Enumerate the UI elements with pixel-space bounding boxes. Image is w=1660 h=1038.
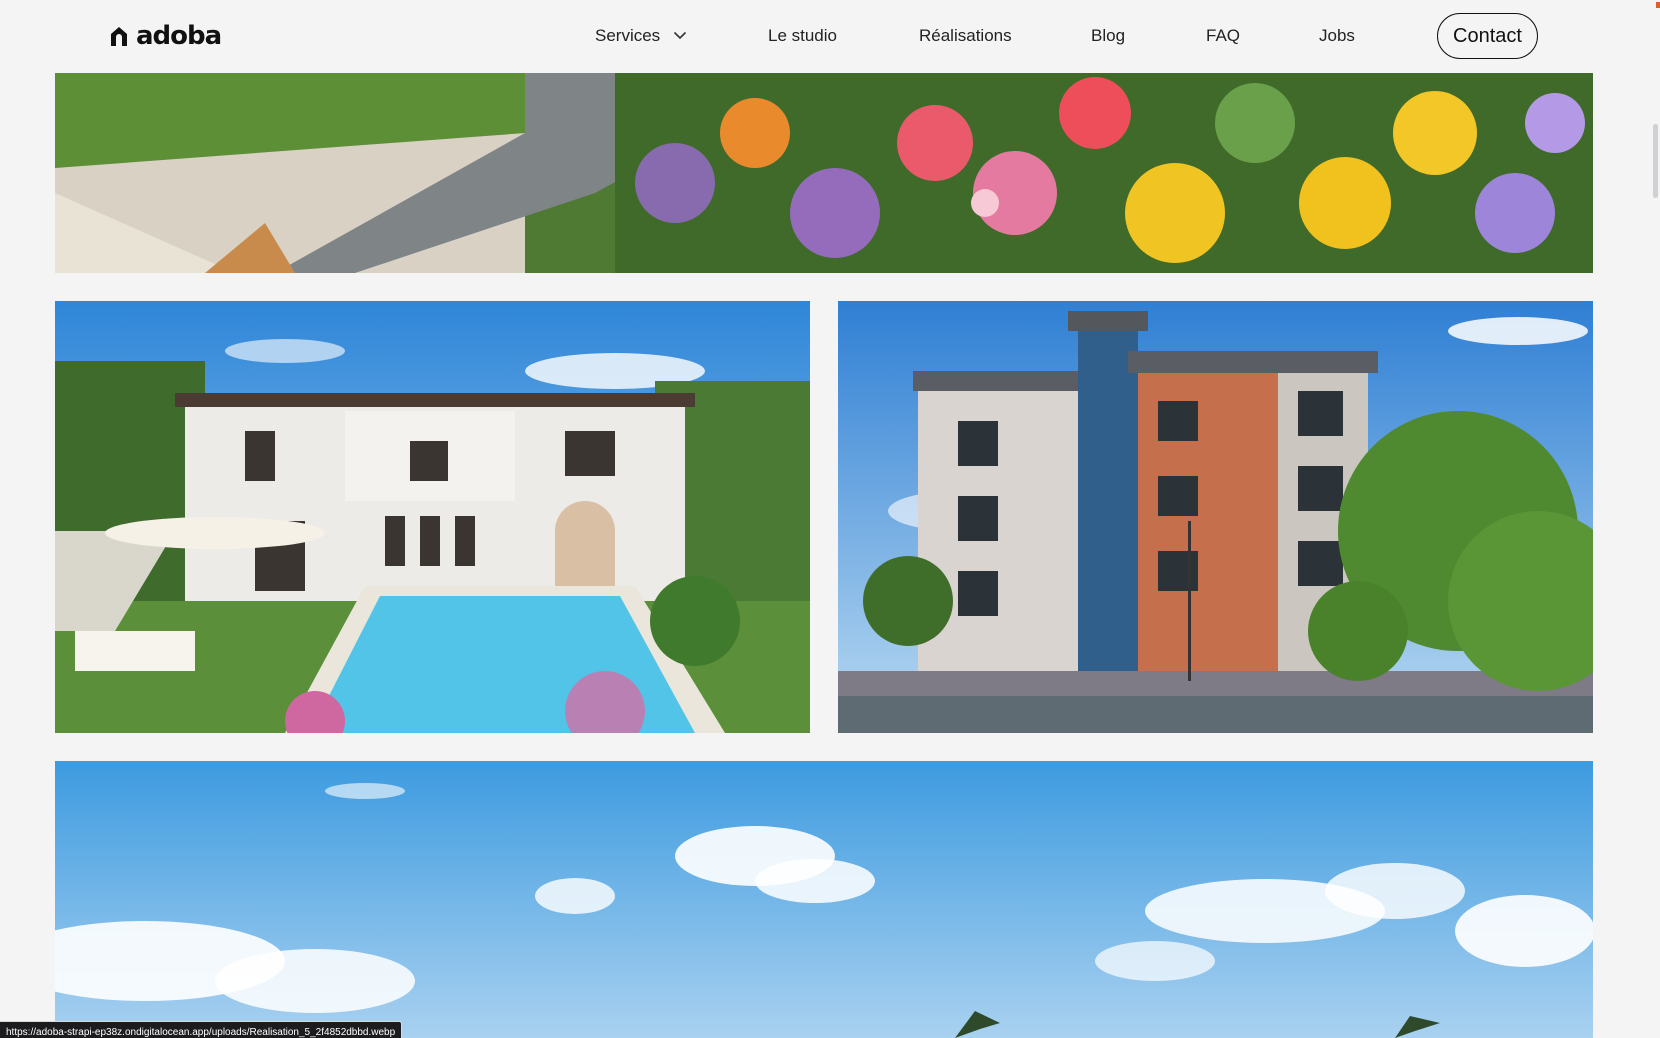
gallery-image-garden[interactable] — [55, 73, 1593, 273]
garden-flowers-image — [55, 73, 1593, 273]
nav-item-blog[interactable]: Blog — [1091, 24, 1125, 48]
brand-logo[interactable]: adoba — [110, 21, 222, 51]
apartment-building-image — [838, 301, 1593, 733]
villa-pool-image — [55, 301, 810, 733]
chevron-down-icon — [673, 31, 686, 40]
nav-item-le-studio[interactable]: Le studio — [768, 24, 837, 48]
brand-name: adoba — [136, 21, 222, 51]
status-url: https://adoba-strapi-ep38z.ondigitalocea… — [6, 1027, 396, 1038]
nav-item-faq[interactable]: FAQ — [1206, 24, 1240, 48]
page: adoba Services Le studio Réalisations Bl… — [0, 0, 1660, 1038]
nav-item-jobs[interactable]: Jobs — [1319, 24, 1355, 48]
scroll-indicator-dot — [1656, 2, 1660, 8]
nav-item-label: Services — [595, 26, 661, 45]
gallery-image-sky[interactable] — [55, 761, 1593, 1038]
nav-item-realisations[interactable]: Réalisations — [919, 24, 1012, 48]
logo-icon — [111, 27, 127, 46]
gallery-image-villa[interactable] — [55, 301, 810, 733]
browser-status-bar: https://adoba-strapi-ep38z.ondigitalocea… — [0, 1021, 403, 1038]
contact-button[interactable]: Contact — [1437, 13, 1538, 59]
gallery-image-building[interactable] — [838, 301, 1593, 733]
page-scrollbar[interactable] — [1650, 0, 1660, 1038]
scrollbar-thumb[interactable] — [1653, 124, 1658, 198]
sky-palms-image — [55, 761, 1593, 1038]
site-header: adoba Services Le studio Réalisations Bl… — [0, 0, 1660, 73]
nav-item-services[interactable]: Services — [595, 24, 687, 48]
